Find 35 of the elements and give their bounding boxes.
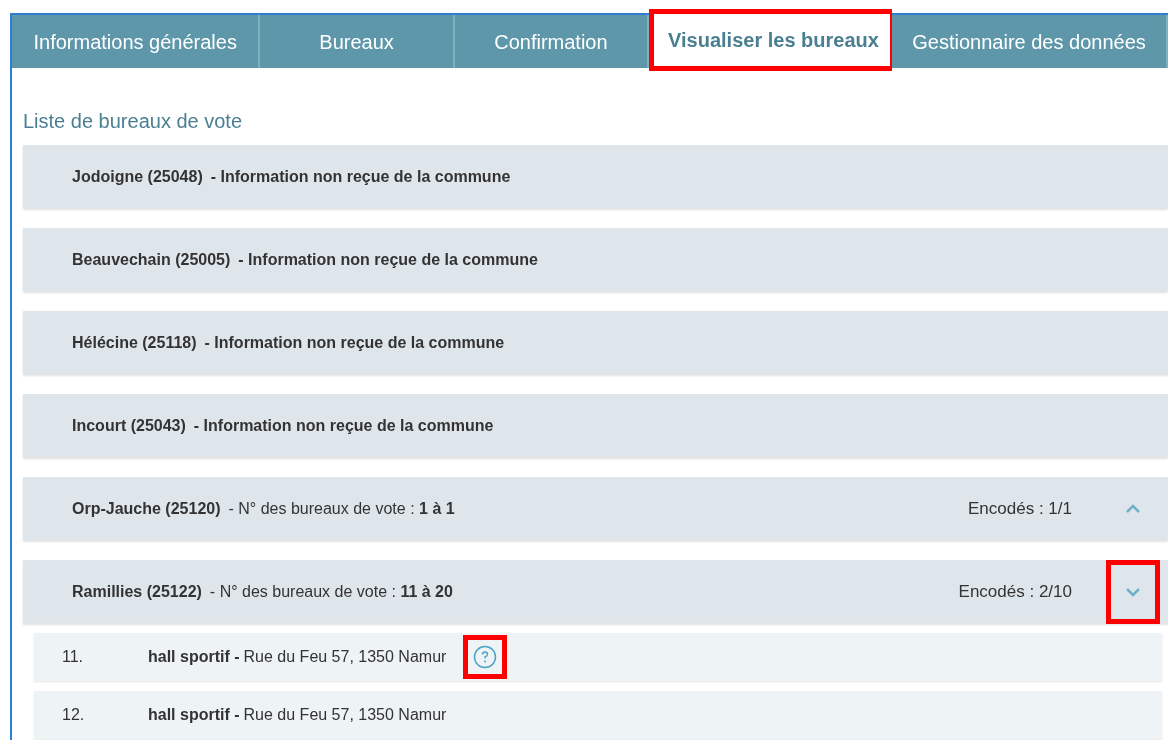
commune-row[interactable]: Beauvechain (25005) - Information non reçue de la commune <box>23 228 1168 291</box>
bureaux-range: - N° des bureaux de vote : 1 à 1 <box>228 498 455 519</box>
chevron-down-icon <box>1125 586 1141 597</box>
encoded-count: Encodés : 1/1 <box>968 497 1072 520</box>
commune-status: - Information non reçue de la commune <box>238 249 538 270</box>
chevron-up-icon <box>1125 503 1141 514</box>
bureau-number: 12. <box>61 705 86 725</box>
bureau-row[interactable]: 12. hall sportif - Rue du Feu 57, 1350 Namur <box>34 691 1162 739</box>
expand-toggle[interactable] <box>1106 559 1160 624</box>
commune-status: - Information non reçue de la commune <box>193 415 494 436</box>
commune-name: Orp-Jauche (25120) <box>72 498 221 519</box>
bureau-row[interactable]: 11. hall sportif - Rue du Feu 57, 1350 Namur <box>34 633 1162 681</box>
commune-row[interactable]: Orp-Jauche (25120) - N° des bureaux de vote : 1 à 1 Encodés : 1/1 <box>23 477 1168 540</box>
commune-row[interactable]: Hélécine (25118) - Information non reçue de la commune <box>23 311 1168 374</box>
commune-name: Ramillies (25122) <box>72 581 202 602</box>
commune-row[interactable]: Ramillies (25122) - N° des bureaux de vote : 11 à 20 Encodés : 2/10 <box>23 560 1168 623</box>
tab[interactable]: Visualiser les bureaux <box>649 9 893 71</box>
bureau-address: Rue du Feu 57, 1350 Namur <box>243 647 447 667</box>
bureau-address: Rue du Feu 57, 1350 Namur <box>243 705 447 725</box>
bureau-number: 11. <box>61 647 85 667</box>
commune-status: - Information non reçue de la commune <box>210 166 511 187</box>
section-title: Liste de bureaux de vote <box>23 109 244 134</box>
encoded-count: Encodés : 2/10 <box>958 580 1072 603</box>
commune-name: Incourt (25043) <box>72 415 186 436</box>
commune-name: Jodoigne (25048) <box>72 166 203 187</box>
bureau-name: hall sportif - <box>148 647 240 667</box>
commune-name: Hélécine (25118) <box>72 332 197 353</box>
commune-name: Beauvechain (25005) <box>72 249 231 270</box>
commune-row[interactable]: Jodoigne (25048) - Information non reçue de la commune <box>23 145 1168 208</box>
help-button[interactable] <box>463 635 508 679</box>
bureau-name: hall sportif - <box>148 705 240 725</box>
commune-row[interactable]: Incourt (25043) - Information non reçue de la commune <box>23 394 1168 457</box>
commune-status: - Information non reçue de la commune <box>204 332 505 353</box>
question-mark-icon <box>473 645 498 669</box>
bureaux-range: - N° des bureaux de vote : 11 à 20 <box>209 581 453 602</box>
